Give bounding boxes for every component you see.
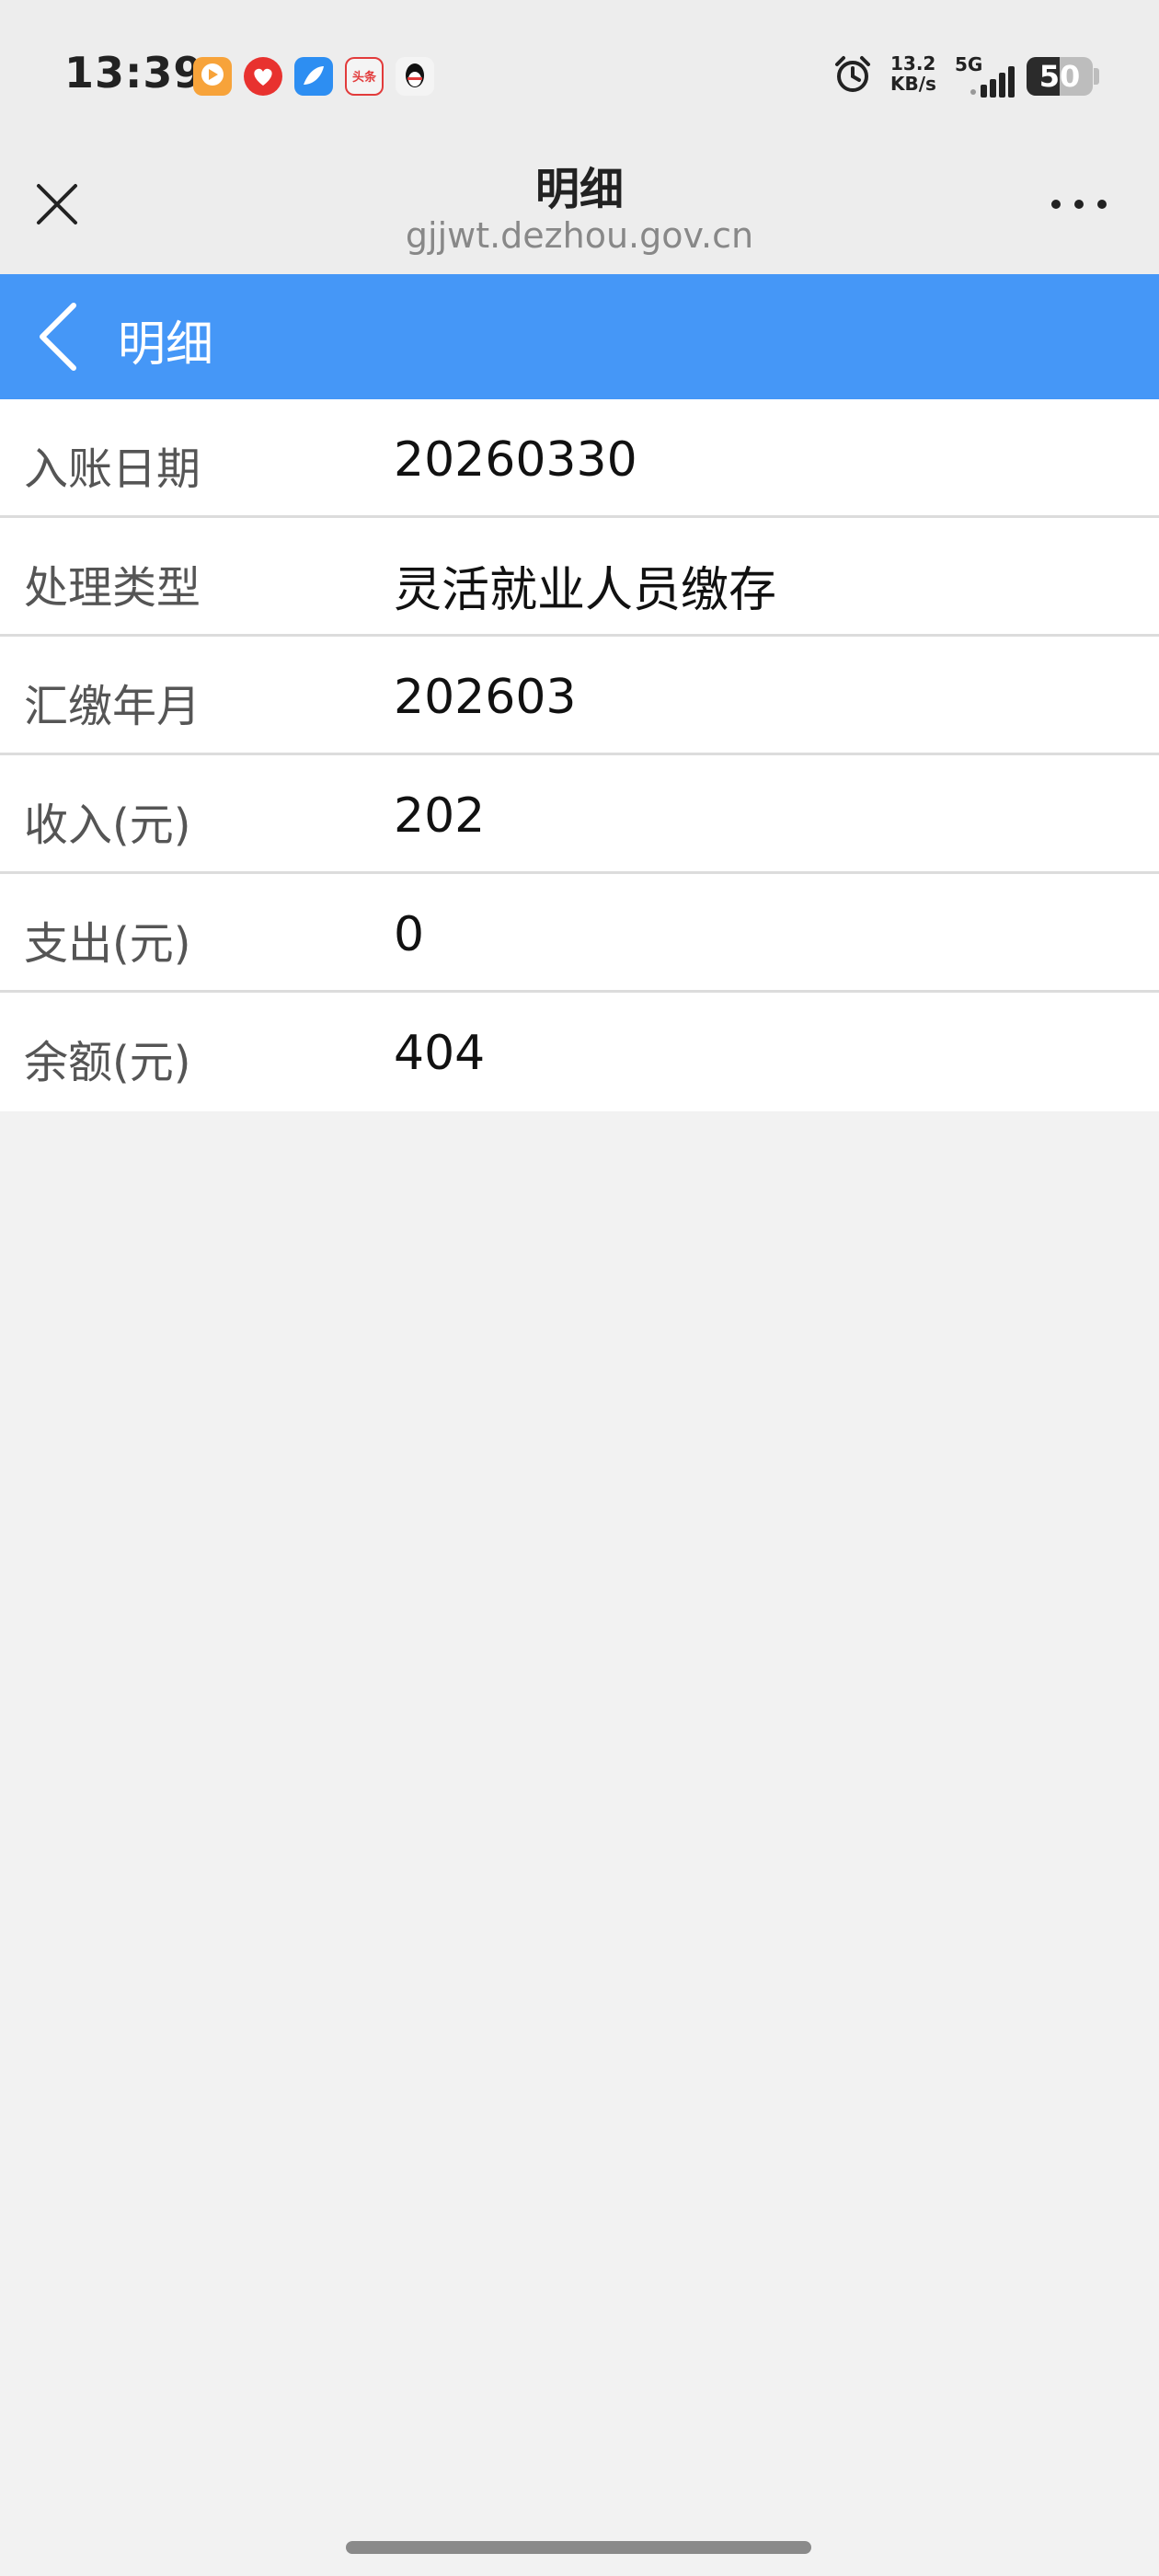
row-value: 202 (394, 788, 486, 844)
browser-bar: 明细 gjjwt.dezhou.gov.cn (0, 147, 1159, 274)
network-speed-value: 13.2 (890, 52, 936, 75)
network-speed-unit: KB/s (890, 73, 936, 95)
detail-list: 入账日期 20260330 处理类型 灵活就业人员缴存 汇缴年月 202603 … (0, 399, 1159, 1111)
page-header: 明细 (0, 274, 1159, 399)
more-options-icon[interactable] (1049, 193, 1109, 215)
row-label: 入账日期 (24, 443, 201, 495)
battery-level: 50 (1039, 59, 1081, 94)
qq-app-icon (396, 57, 434, 96)
browser-app-icon (294, 57, 333, 96)
video-app-icon (193, 57, 232, 96)
detail-row-expense: 支出(元) 0 (0, 874, 1159, 993)
row-label: 汇缴年月 (24, 681, 201, 732)
status-bar: 13:39 头条 13.2 KB/s 5G 50 (0, 0, 1159, 147)
signal-strength-icon (970, 66, 1015, 98)
detail-row-income: 收入(元) 202 (0, 755, 1159, 874)
detail-row-balance: 余额(元) 404 (0, 993, 1159, 1111)
browser-title: 明细 (534, 164, 624, 215)
browser-url: gjjwt.dezhou.gov.cn (405, 215, 754, 256)
page-title: 明细 (118, 317, 214, 373)
status-time: 13:39 (64, 48, 204, 98)
heart-app-icon (244, 57, 282, 96)
row-value: 0 (394, 907, 425, 962)
back-arrow-icon[interactable] (31, 296, 86, 377)
detail-row-transaction-type: 处理类型 灵活就业人员缴存 (0, 518, 1159, 637)
toutiao-icon-text: 头条 (351, 71, 376, 85)
row-value: 灵活就业人员缴存 (394, 563, 777, 618)
home-indicator[interactable] (346, 2541, 811, 2554)
row-label: 支出(元) (24, 918, 191, 970)
toutiao-app-icon: 头条 (345, 57, 384, 96)
battery-cap (1094, 68, 1099, 85)
battery-icon: 50 (1027, 57, 1093, 96)
detail-row-posting-date: 入账日期 20260330 (0, 399, 1159, 518)
row-value: 202603 (394, 670, 577, 725)
row-label: 处理类型 (24, 562, 201, 614)
row-label: 余额(元) (24, 1037, 191, 1088)
network-speed: 13.2 KB/s (890, 53, 946, 94)
row-label: 收入(元) (24, 799, 191, 851)
row-value: 404 (394, 1026, 486, 1081)
alarm-clock-icon (835, 56, 870, 92)
detail-row-contribution-month: 汇缴年月 202603 (0, 637, 1159, 755)
row-value: 20260330 (394, 432, 637, 488)
